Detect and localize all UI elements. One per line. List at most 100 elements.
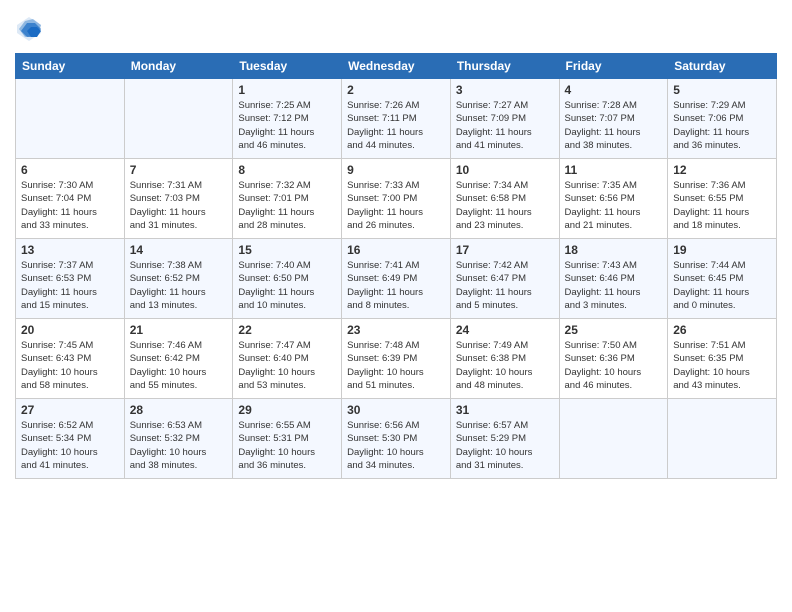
day-info: Sunrise: 7:41 AM Sunset: 6:49 PM Dayligh… [347,259,445,312]
calendar-cell: 21 Sunrise: 7:46 AM Sunset: 6:42 PM Dayli… [124,319,233,399]
calendar-cell: 2 Sunrise: 7:26 AM Sunset: 7:11 PM Daylig… [342,79,451,159]
day-number: 6 [21,163,119,177]
day-info: Sunrise: 6:56 AM Sunset: 5:30 PM Dayligh… [347,419,445,472]
day-number: 9 [347,163,445,177]
day-info: Sunrise: 7:47 AM Sunset: 6:40 PM Dayligh… [238,339,336,392]
day-info: Sunrise: 7:35 AM Sunset: 6:56 PM Dayligh… [565,179,663,232]
day-info: Sunrise: 7:51 AM Sunset: 6:35 PM Dayligh… [673,339,771,392]
day-info: Sunrise: 7:37 AM Sunset: 6:53 PM Dayligh… [21,259,119,312]
day-number: 19 [673,243,771,257]
header-row: SundayMondayTuesdayWednesdayThursdayFrid… [16,54,777,79]
day-info: Sunrise: 7:30 AM Sunset: 7:04 PM Dayligh… [21,179,119,232]
day-number: 17 [456,243,554,257]
calendar-cell: 30 Sunrise: 6:56 AM Sunset: 5:30 PM Dayli… [342,399,451,479]
day-info: Sunrise: 7:38 AM Sunset: 6:52 PM Dayligh… [130,259,228,312]
calendar-cell: 15 Sunrise: 7:40 AM Sunset: 6:50 PM Dayli… [233,239,342,319]
calendar-week-3: 13 Sunrise: 7:37 AM Sunset: 6:53 PM Dayli… [16,239,777,319]
calendar-cell: 14 Sunrise: 7:38 AM Sunset: 6:52 PM Dayli… [124,239,233,319]
calendar-cell: 31 Sunrise: 6:57 AM Sunset: 5:29 PM Dayli… [450,399,559,479]
calendar-cell [559,399,668,479]
calendar-cell: 1Sunrise: 7:25 AM Sunset: 7:12 PM Daylig… [233,79,342,159]
day-info: Sunrise: 7:27 AM Sunset: 7:09 PM Dayligh… [456,99,554,152]
day-number: 10 [456,163,554,177]
day-number: 25 [565,323,663,337]
day-info: Sunrise: 7:50 AM Sunset: 6:36 PM Dayligh… [565,339,663,392]
day-info: Sunrise: 7:42 AM Sunset: 6:47 PM Dayligh… [456,259,554,312]
weekday-header-thursday: Thursday [450,54,559,79]
calendar-cell: 29 Sunrise: 6:55 AM Sunset: 5:31 PM Dayli… [233,399,342,479]
day-number: 22 [238,323,336,337]
calendar-cell: 23 Sunrise: 7:48 AM Sunset: 6:39 PM Dayli… [342,319,451,399]
day-number: 4 [565,83,663,97]
calendar-cell: 6 Sunrise: 7:30 AM Sunset: 7:04 PM Daylig… [16,159,125,239]
calendar-cell: 24 Sunrise: 7:49 AM Sunset: 6:38 PM Dayli… [450,319,559,399]
calendar-cell: 17 Sunrise: 7:42 AM Sunset: 6:47 PM Dayli… [450,239,559,319]
calendar-cell [16,79,125,159]
calendar-cell: 8 Sunrise: 7:32 AM Sunset: 7:01 PM Daylig… [233,159,342,239]
calendar-cell [668,399,777,479]
day-info: Sunrise: 7:26 AM Sunset: 7:11 PM Dayligh… [347,99,445,152]
day-info: Sunrise: 7:46 AM Sunset: 6:42 PM Dayligh… [130,339,228,392]
day-info: Sunrise: 7:29 AM Sunset: 7:06 PM Dayligh… [673,99,771,152]
weekday-header-friday: Friday [559,54,668,79]
day-number: 24 [456,323,554,337]
day-number: 11 [565,163,663,177]
day-number: 1 [238,83,336,97]
day-number: 27 [21,403,119,417]
day-number: 7 [130,163,228,177]
calendar-cell [124,79,233,159]
day-number: 14 [130,243,228,257]
calendar-cell: 25 Sunrise: 7:50 AM Sunset: 6:36 PM Dayli… [559,319,668,399]
day-number: 15 [238,243,336,257]
day-number: 18 [565,243,663,257]
weekday-header-monday: Monday [124,54,233,79]
calendar-cell: 22 Sunrise: 7:47 AM Sunset: 6:40 PM Dayli… [233,319,342,399]
calendar-table: SundayMondayTuesdayWednesdayThursdayFrid… [15,53,777,479]
day-number: 8 [238,163,336,177]
day-info: Sunrise: 7:32 AM Sunset: 7:01 PM Dayligh… [238,179,336,232]
calendar-week-4: 20Sunrise: 7:45 AM Sunset: 6:43 PM Dayli… [16,319,777,399]
day-info: Sunrise: 6:53 AM Sunset: 5:32 PM Dayligh… [130,419,228,472]
logo [15,15,47,43]
day-number: 3 [456,83,554,97]
weekday-header-wednesday: Wednesday [342,54,451,79]
logo-icon [15,15,43,43]
calendar-cell: 13 Sunrise: 7:37 AM Sunset: 6:53 PM Dayli… [16,239,125,319]
day-info: Sunrise: 7:33 AM Sunset: 7:00 PM Dayligh… [347,179,445,232]
calendar-cell: 27 Sunrise: 6:52 AM Sunset: 5:34 PM Dayli… [16,399,125,479]
day-info: Sunrise: 6:55 AM Sunset: 5:31 PM Dayligh… [238,419,336,472]
day-number: 5 [673,83,771,97]
day-number: 2 [347,83,445,97]
calendar-cell: 4 Sunrise: 7:28 AM Sunset: 7:07 PM Daylig… [559,79,668,159]
day-info: Sunrise: 6:57 AM Sunset: 5:29 PM Dayligh… [456,419,554,472]
day-number: 30 [347,403,445,417]
calendar-cell: 18Sunrise: 7:43 AM Sunset: 6:46 PM Dayli… [559,239,668,319]
day-number: 12 [673,163,771,177]
calendar-cell: 10 Sunrise: 7:34 AM Sunset: 6:58 PM Dayli… [450,159,559,239]
day-info: Sunrise: 7:48 AM Sunset: 6:39 PM Dayligh… [347,339,445,392]
day-info: Sunrise: 7:28 AM Sunset: 7:07 PM Dayligh… [565,99,663,152]
day-info: Sunrise: 7:34 AM Sunset: 6:58 PM Dayligh… [456,179,554,232]
day-number: 29 [238,403,336,417]
day-info: Sunrise: 6:52 AM Sunset: 5:34 PM Dayligh… [21,419,119,472]
calendar-week-1: 1Sunrise: 7:25 AM Sunset: 7:12 PM Daylig… [16,79,777,159]
day-number: 28 [130,403,228,417]
day-number: 23 [347,323,445,337]
calendar-week-2: 6 Sunrise: 7:30 AM Sunset: 7:04 PM Daylig… [16,159,777,239]
day-number: 21 [130,323,228,337]
calendar-cell: 26Sunrise: 7:51 AM Sunset: 6:35 PM Dayli… [668,319,777,399]
calendar-cell: 3 Sunrise: 7:27 AM Sunset: 7:09 PM Daylig… [450,79,559,159]
calendar-cell: 7Sunrise: 7:31 AM Sunset: 7:03 PM Daylig… [124,159,233,239]
calendar-cell: 11 Sunrise: 7:35 AM Sunset: 6:56 PM Dayli… [559,159,668,239]
day-number: 13 [21,243,119,257]
calendar-cell: 19Sunrise: 7:44 AM Sunset: 6:45 PM Dayli… [668,239,777,319]
calendar-cell: 5 Sunrise: 7:29 AM Sunset: 7:06 PM Daylig… [668,79,777,159]
page-header [15,15,777,43]
day-info: Sunrise: 7:40 AM Sunset: 6:50 PM Dayligh… [238,259,336,312]
calendar-cell: 9 Sunrise: 7:33 AM Sunset: 7:00 PM Daylig… [342,159,451,239]
day-info: Sunrise: 7:49 AM Sunset: 6:38 PM Dayligh… [456,339,554,392]
day-number: 31 [456,403,554,417]
calendar-cell: 12Sunrise: 7:36 AM Sunset: 6:55 PM Dayli… [668,159,777,239]
calendar-cell: 16Sunrise: 7:41 AM Sunset: 6:49 PM Dayli… [342,239,451,319]
calendar-week-5: 27 Sunrise: 6:52 AM Sunset: 5:34 PM Dayli… [16,399,777,479]
